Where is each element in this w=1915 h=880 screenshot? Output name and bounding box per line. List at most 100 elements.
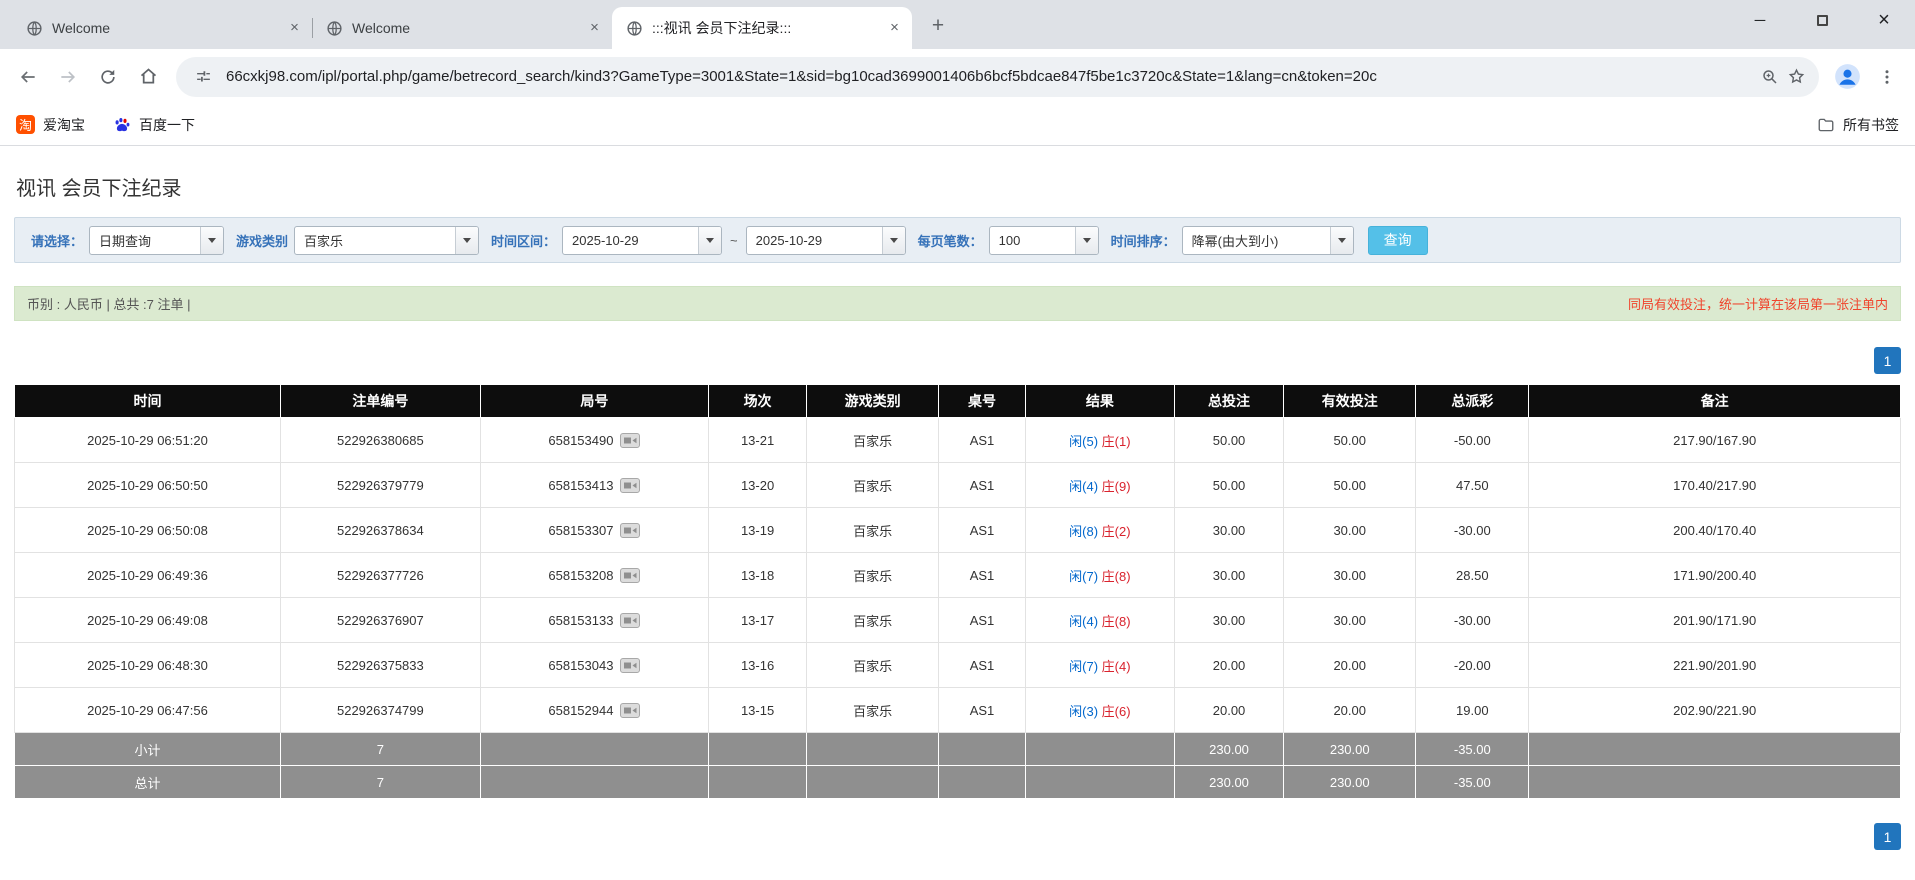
footer-cell-result bbox=[1024, 765, 1175, 799]
cell-result: 闲(7) 庄(8) bbox=[1024, 552, 1175, 598]
cell-total-bet[interactable]: 20.00 bbox=[1173, 687, 1285, 733]
round-video-icon[interactable] bbox=[620, 522, 641, 538]
cell-table-no: AS1 bbox=[938, 552, 1026, 598]
cell-result: 闲(3) 庄(6) bbox=[1024, 687, 1175, 733]
result-player: 闲(4) bbox=[1069, 613, 1099, 629]
tab-close-icon[interactable]: × bbox=[885, 19, 904, 38]
browser-tab[interactable]: Welcome × bbox=[312, 7, 613, 49]
chevron-down-icon[interactable] bbox=[698, 226, 722, 254]
round-video-icon[interactable] bbox=[620, 657, 641, 673]
cell-total-bet[interactable]: 30.00 bbox=[1173, 552, 1285, 598]
chevron-down-icon[interactable] bbox=[1074, 226, 1098, 254]
footer-cell-time: 总计 bbox=[14, 765, 281, 799]
date-from-value: 2025-10-29 bbox=[572, 232, 639, 248]
cell-note: 217.90/167.90 bbox=[1528, 417, 1901, 463]
chevron-down-icon[interactable] bbox=[200, 226, 224, 254]
home-button[interactable] bbox=[128, 57, 168, 97]
browser-tab[interactable]: :::视讯 会员下注纪录::: × bbox=[612, 7, 912, 49]
page-size-select[interactable]: 100 bbox=[988, 225, 1099, 255]
result-player: 闲(3) bbox=[1069, 703, 1099, 719]
cell-note: 171.90/200.40 bbox=[1528, 552, 1901, 598]
all-bookmarks-button[interactable]: 所有书签 bbox=[1817, 115, 1899, 135]
zoom-icon[interactable] bbox=[1757, 64, 1783, 90]
cell-time: 2025-10-29 06:49:08 bbox=[14, 597, 281, 643]
query-mode-label: 请选择： bbox=[31, 233, 84, 249]
valid-bet-notice: 同局有效投注，统一计算在该局第一张注单内 bbox=[1627, 297, 1888, 312]
back-button[interactable] bbox=[8, 57, 48, 97]
result-banker: 庄(1) bbox=[1101, 433, 1131, 449]
close-button[interactable]: × bbox=[1853, 0, 1915, 40]
round-video-icon[interactable] bbox=[620, 477, 641, 493]
sort-order-select[interactable]: 降幂(由大到小) bbox=[1181, 225, 1354, 255]
chevron-down-icon[interactable] bbox=[881, 226, 905, 254]
cell-bet-id: 522926377726 bbox=[279, 552, 481, 598]
round-video-icon[interactable] bbox=[620, 432, 641, 448]
footer-cell-time: 小计 bbox=[14, 732, 281, 766]
date-from-select[interactable]: 2025-10-29 bbox=[562, 225, 723, 255]
summary-bar: 币别 : 人民币 | 总共 :7 注单 | 同局有效投注，统一计算在该局第一张注… bbox=[14, 286, 1901, 321]
cell-total-bet[interactable]: 30.00 bbox=[1173, 597, 1285, 643]
new-tab-button[interactable]: + bbox=[922, 10, 954, 42]
page-size-value: 100 bbox=[998, 232, 1021, 248]
menu-icon[interactable] bbox=[1867, 57, 1907, 97]
site-info-icon[interactable] bbox=[190, 64, 216, 90]
search-button[interactable]: 查询 bbox=[1367, 225, 1428, 255]
maximize-button[interactable] bbox=[1791, 0, 1853, 40]
cell-result: 闲(5) 庄(1) bbox=[1024, 417, 1175, 463]
cell-total-bet[interactable]: 30.00 bbox=[1173, 507, 1285, 553]
query-mode-select[interactable]: 日期查询 bbox=[89, 225, 225, 255]
chevron-down-icon[interactable] bbox=[1329, 226, 1353, 254]
cell-round: 658152944 bbox=[479, 687, 710, 733]
range-separator: ~ bbox=[730, 232, 738, 248]
cell-round: 658153307 bbox=[479, 507, 710, 553]
footer-cell-total-bet: 230.00 bbox=[1173, 732, 1285, 766]
minimize-button[interactable]: ─ bbox=[1729, 0, 1791, 40]
result-banker: 庄(8) bbox=[1101, 613, 1131, 629]
globe-icon bbox=[626, 20, 643, 37]
col-header-valid-bet: 有效投注 bbox=[1283, 384, 1417, 418]
cell-total-bet[interactable]: 50.00 bbox=[1173, 417, 1285, 463]
tab-strip: Welcome × Welcome ×:::视讯 会员下注纪录::: × + ─ × bbox=[0, 0, 1915, 49]
filter-bar: 请选择： 日期查询 游戏类别 百家乐 时间区间： 2025-10-29 ~ 20… bbox=[14, 217, 1901, 263]
game-type-select[interactable]: 百家乐 bbox=[294, 225, 480, 255]
round-number: 658153043 bbox=[548, 657, 614, 673]
cell-total-bet[interactable]: 50.00 bbox=[1173, 462, 1285, 508]
date-to-value: 2025-10-29 bbox=[755, 232, 823, 248]
reload-button[interactable] bbox=[88, 57, 128, 97]
bookmark-baidu[interactable]: 百度一下 bbox=[113, 115, 195, 135]
url-text[interactable]: 66cxkj98.com/ipl/portal.php/game/betreco… bbox=[226, 68, 1747, 85]
pagination-page-button[interactable]: 1 bbox=[1874, 823, 1901, 850]
cell-table-no: AS1 bbox=[938, 462, 1026, 508]
table-row: 2025-10-29 06:51:20 522926380685 658153490… bbox=[14, 417, 1901, 463]
forward-button[interactable] bbox=[48, 57, 88, 97]
pagination-page-button[interactable]: 1 bbox=[1874, 347, 1901, 374]
bookmark-star-icon[interactable] bbox=[1783, 64, 1809, 90]
browser-tab[interactable]: Welcome × bbox=[12, 7, 313, 49]
profile-avatar[interactable] bbox=[1827, 57, 1867, 97]
table-row: 2025-10-29 06:48:30 522926375833 658153043… bbox=[14, 642, 1901, 688]
round-video-icon[interactable] bbox=[620, 612, 641, 628]
cell-total-bet[interactable]: 20.00 bbox=[1173, 642, 1285, 688]
result-banker: 庄(6) bbox=[1101, 703, 1131, 719]
tab-close-icon[interactable]: × bbox=[585, 19, 604, 38]
cell-table-no: AS1 bbox=[938, 597, 1026, 643]
query-mode-value: 日期查询 bbox=[99, 233, 152, 249]
result-player: 闲(8) bbox=[1069, 523, 1099, 539]
footer-cell-bet-id: 7 bbox=[279, 765, 481, 799]
address-bar[interactable]: 66cxkj98.com/ipl/portal.php/game/betreco… bbox=[176, 56, 1819, 97]
cell-note: 170.40/217.90 bbox=[1528, 462, 1901, 508]
pagination-top: 1 bbox=[14, 347, 1901, 374]
chevron-down-icon[interactable] bbox=[455, 226, 479, 254]
cell-payout: -30.00 bbox=[1415, 597, 1530, 643]
cell-payout: -20.00 bbox=[1415, 642, 1530, 688]
tab-close-icon[interactable]: × bbox=[285, 19, 304, 38]
bookmark-aitaobao[interactable]: 淘 爱淘宝 bbox=[16, 115, 85, 135]
footer-cell-round bbox=[479, 765, 710, 799]
round-number: 658153133 bbox=[548, 612, 614, 628]
round-video-icon[interactable] bbox=[620, 702, 641, 718]
round-video-icon[interactable] bbox=[620, 567, 641, 583]
footer-cell-payout: -35.00 bbox=[1415, 732, 1530, 766]
result-banker: 庄(4) bbox=[1101, 658, 1131, 674]
footer-cell-total-bet: 230.00 bbox=[1173, 765, 1285, 799]
date-to-select[interactable]: 2025-10-29 bbox=[745, 225, 906, 255]
